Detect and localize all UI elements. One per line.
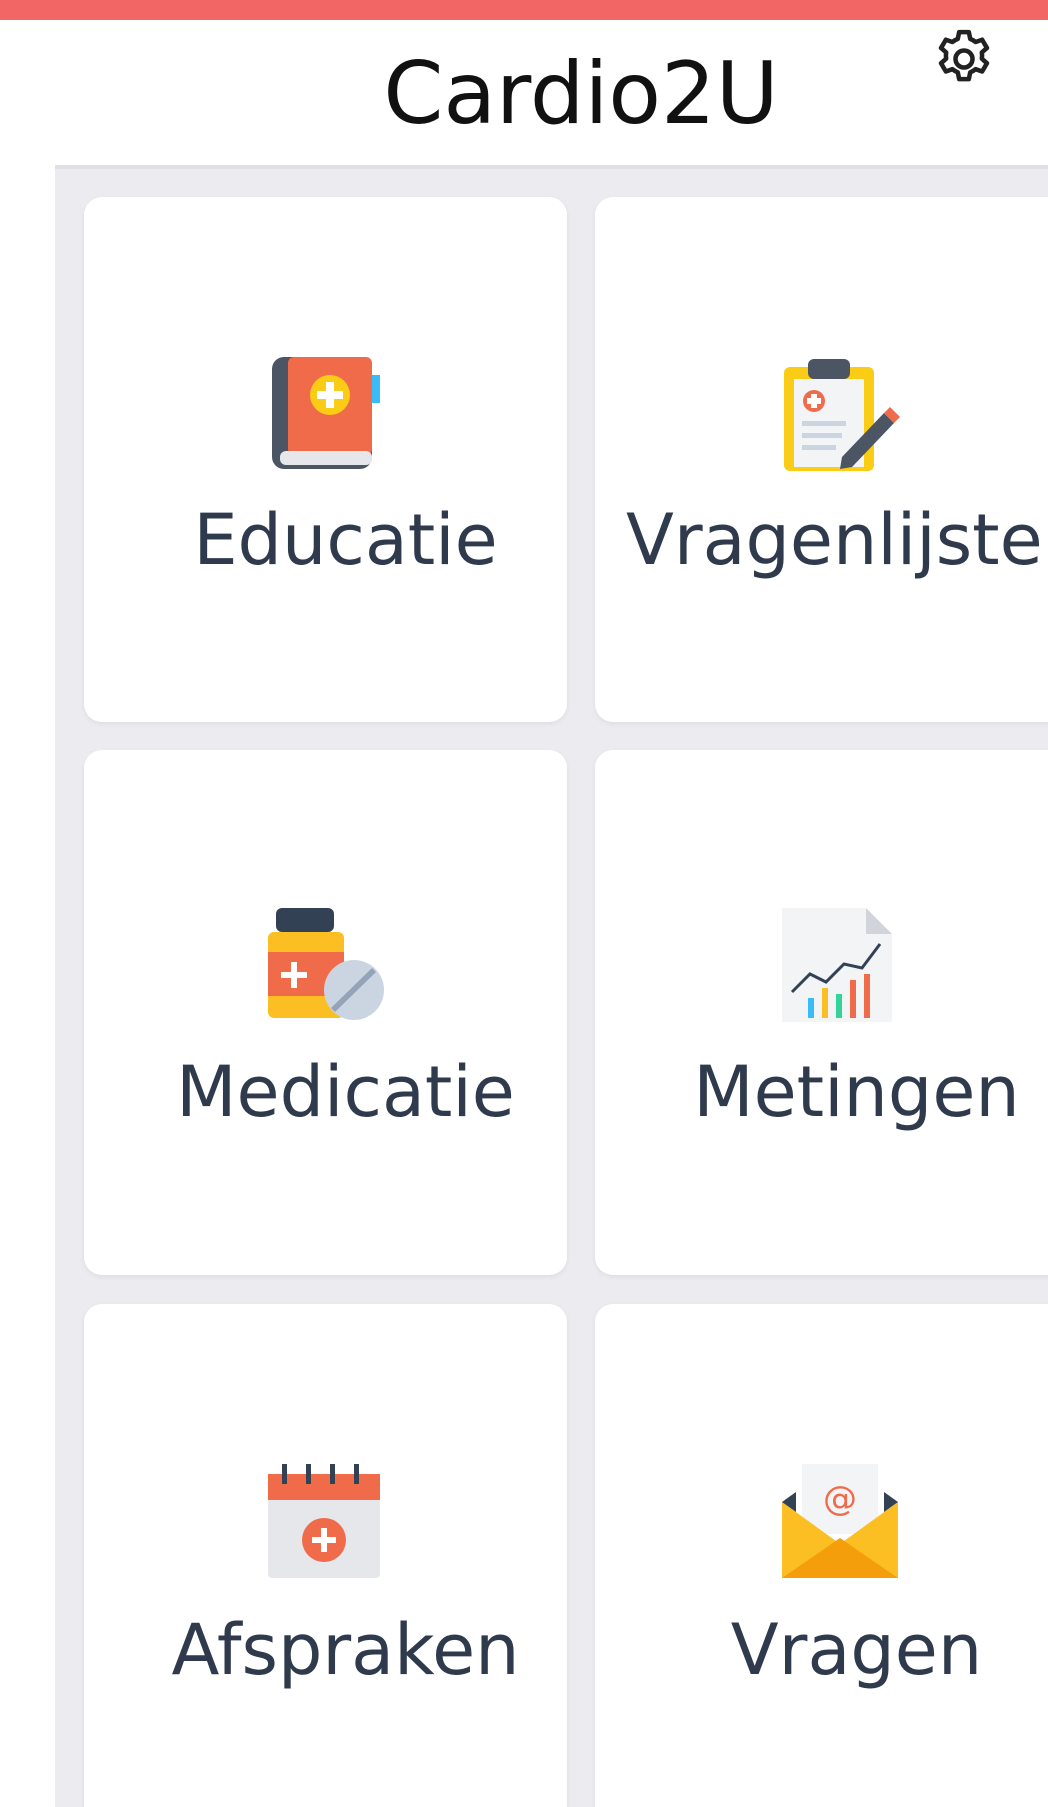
gear-icon[interactable] [930, 25, 998, 93]
tile-metingen[interactable]: Metingen [595, 750, 1048, 1275]
clipboard-pencil-icon [784, 359, 900, 471]
tile-label: Vragen [730, 1609, 983, 1691]
app-title-area: Cardio2U [0, 0, 1048, 188]
calendar-plus-icon [268, 1464, 380, 1578]
medicine-bottle-pill-icon [268, 908, 384, 1020]
tile-label: Vragenlijsten [625, 499, 1048, 581]
svg-text:@: @ [823, 1479, 857, 1519]
tile-label: Medicatie [176, 1051, 515, 1133]
chart-report-icon [782, 908, 892, 1022]
tile-vragen[interactable]: @ Vragen [595, 1304, 1048, 1807]
tile-medicatie[interactable]: Medicatie [84, 750, 567, 1275]
tile-label: Afspraken [171, 1609, 520, 1691]
tile-label: Metingen [693, 1051, 1020, 1133]
tile-label: Educatie [193, 499, 498, 581]
tile-educatie[interactable]: Educatie [84, 197, 567, 722]
email-envelope-icon: @ [782, 1464, 898, 1578]
medical-book-icon [272, 357, 380, 469]
tile-afspraken[interactable]: Afspraken [84, 1304, 567, 1807]
page-title: Cardio2U [383, 44, 779, 144]
tile-vragenlijsten[interactable]: Vragenlijsten [595, 197, 1048, 722]
app-screen: Educatie Vragenlijsten Medicatie Metinge… [55, 47, 1048, 1807]
